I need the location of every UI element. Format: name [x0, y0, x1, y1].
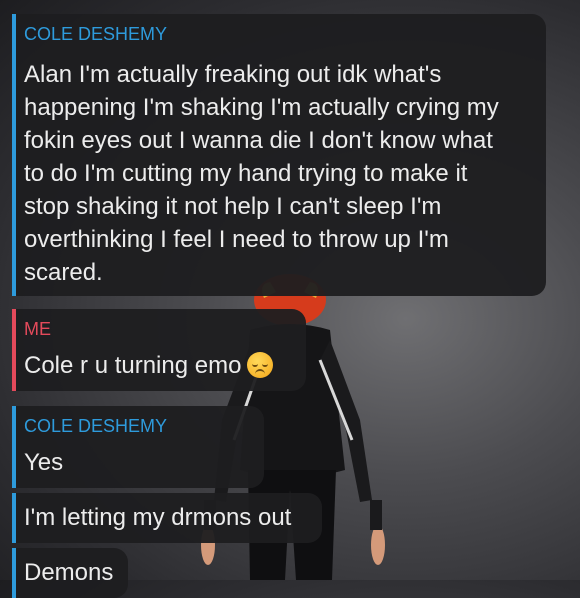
- sender-color-bar: [12, 14, 16, 296]
- sender-color-bar: [12, 493, 16, 543]
- message-text: Yes: [24, 449, 64, 476]
- sender-color-bar: [12, 309, 16, 391]
- sender-name: ME: [24, 319, 51, 339]
- avatar-hand-right: [371, 525, 385, 565]
- message-bubble[interactable]: COLE DESHEMY Alan I'm actually freaking …: [12, 14, 546, 296]
- sender-color-bar: [12, 406, 16, 488]
- pensive-face-emoji-icon: [247, 352, 274, 378]
- message-line: Alan I'm actually freaking out idk what'…: [24, 61, 442, 88]
- message-line: stop shaking it not help I can't sleep I…: [24, 193, 442, 220]
- message-line: to do I'm cutting my hand trying to make…: [24, 160, 468, 187]
- message-bubble[interactable]: COLE DESHEMY Yes: [12, 406, 264, 488]
- sender-name: COLE DESHEMY: [24, 416, 168, 436]
- message-text: I'm letting my drmons out: [24, 504, 292, 531]
- message-line: scared.: [24, 259, 103, 286]
- message-line: fokin eyes out I wanna die I don't know …: [24, 127, 493, 154]
- message-bubble[interactable]: Demons: [12, 548, 128, 598]
- message-line: happening I'm shaking I'm actually cryin…: [24, 94, 499, 121]
- message-line: Cole r u turning emo: [24, 352, 242, 379]
- sender-name: COLE DESHEMY: [24, 24, 168, 44]
- message-text: Alan I'm actually freaking out idk what'…: [24, 58, 499, 289]
- message-text: Cole r u turning emo: [24, 349, 274, 382]
- avatar-wrist-right: [370, 500, 382, 530]
- message-text: Demons: [24, 559, 114, 586]
- message-line: overthinking I feel I need to throw up I…: [24, 226, 449, 253]
- sender-color-bar: [12, 548, 16, 598]
- message-bubble[interactable]: ME Cole r u turning emo: [12, 309, 306, 391]
- message-bubble[interactable]: I'm letting my drmons out: [12, 493, 322, 543]
